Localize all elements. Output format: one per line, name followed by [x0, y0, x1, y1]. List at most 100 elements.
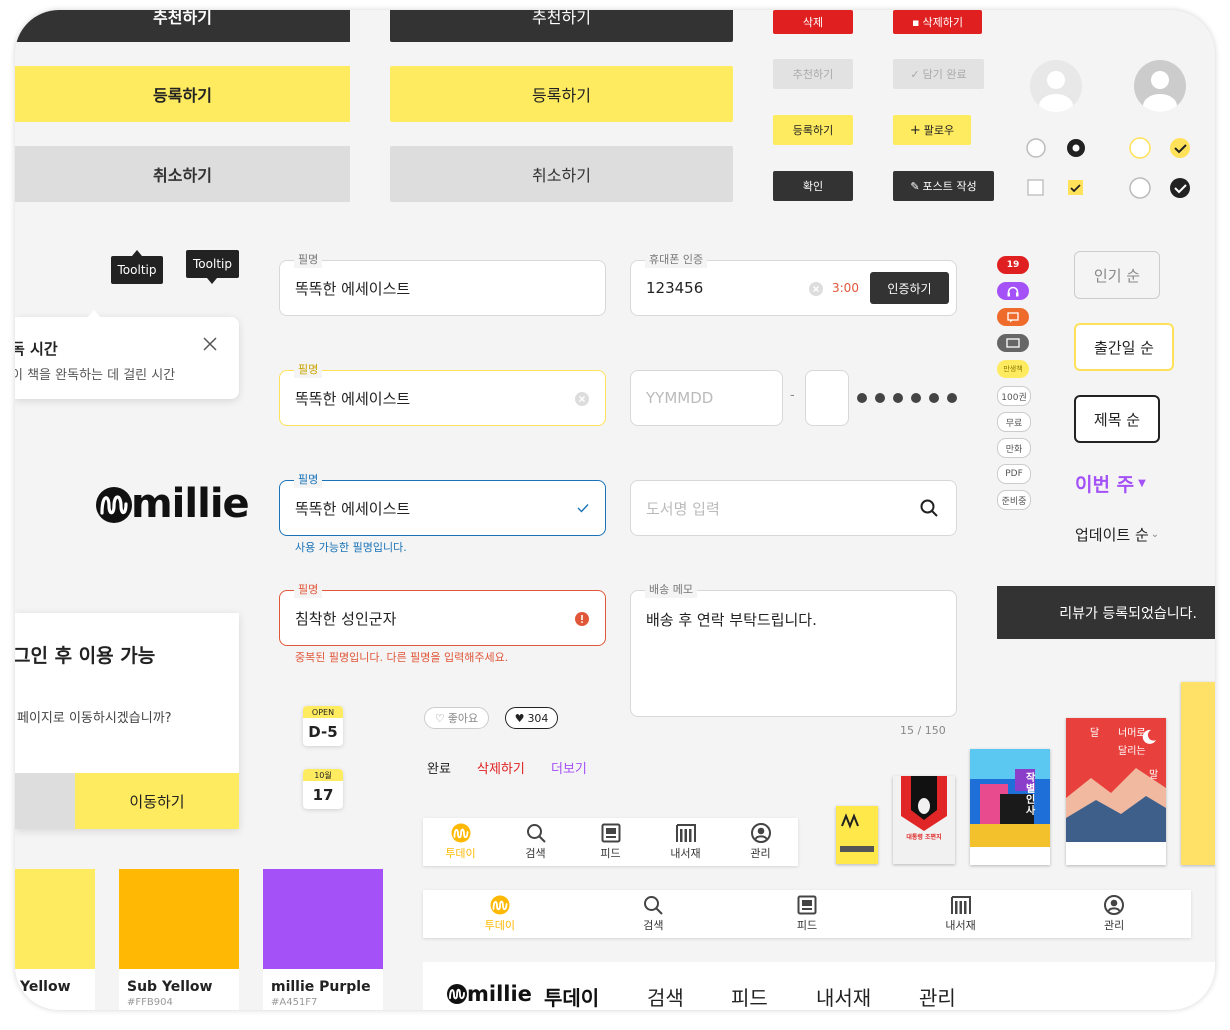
bottom-nav-wide: 투데이 검색 피드 내서재 관리 [423, 890, 1191, 938]
volume-tag: 100권 [997, 386, 1031, 406]
saved-button-disabled[interactable]: ✓ 담기 완료 [893, 59, 984, 89]
top-nav-bar: millie 투데이 검색 피드 내서재 관리 [423, 962, 1215, 1010]
book-cover-4[interactable]: 달 너머로 달리는 말 [1066, 718, 1166, 865]
chat-icon [1007, 311, 1019, 322]
round-check-yellow[interactable] [1170, 138, 1190, 158]
book-search-input[interactable]: 도서명 입력 [630, 480, 957, 536]
nav-tab-search[interactable]: 검색 [498, 818, 573, 866]
confirm-button[interactable]: 확인 [773, 171, 853, 201]
trash-icon: ▪ [912, 15, 920, 29]
sort-title-button[interactable]: 제목 순 [1074, 395, 1160, 443]
top-nav-today[interactable]: 투데이 [544, 982, 599, 1010]
recommend-button-dark-bold[interactable]: 추천하기 [15, 10, 350, 42]
masked-digits [857, 393, 957, 403]
swatch-color [263, 869, 383, 969]
top-nav-feed[interactable]: 피드 [731, 982, 768, 1010]
verify-timer: 3:00 [832, 281, 859, 295]
round-check-yellow-outline[interactable] [1129, 137, 1151, 159]
nickname-field-valid[interactable]: 필명 똑똑한 에세이스트 [279, 472, 606, 536]
close-icon[interactable] [203, 337, 217, 351]
dropdown-label: 이번 주 [1075, 474, 1135, 496]
update-sort-dropdown[interactable]: 업데이트 순 ⌄ [1075, 524, 1159, 545]
nav-tab-library[interactable]: 내서재 [648, 818, 723, 866]
search-icon[interactable] [920, 499, 938, 517]
round-check-outline[interactable] [1129, 177, 1151, 199]
tag-label: 준비중 [1001, 496, 1027, 507]
nickname-field-error[interactable]: 필명 침착한 성인군자 [279, 582, 606, 646]
like-chip[interactable]: ♡ 좋아요 [424, 707, 489, 729]
plus-icon: + [909, 122, 921, 138]
button-label: 담기 완료 [922, 68, 967, 81]
millie-logo-small[interactable]: millie [446, 982, 532, 1006]
delete-link[interactable]: 삭제하기 [477, 758, 525, 777]
dropdown-label: 업데이트 순 [1075, 526, 1149, 544]
nav-tab-feed[interactable]: 피드 [573, 818, 648, 866]
delivery-memo-textarea[interactable]: 배송 메모 배송 후 연락 부탁드립니다. [630, 582, 957, 717]
library-icon [950, 896, 971, 914]
nickname-field-focused[interactable]: 필명 똑똑한 에세이스트 [279, 362, 606, 426]
recommend-button-dark[interactable]: 추천하기 [390, 10, 733, 42]
recommend-button-disabled[interactable]: 추천하기 [773, 59, 853, 89]
register-button-yellow[interactable]: 등록하기 [390, 66, 733, 122]
top-nav-search[interactable]: 검색 [647, 982, 684, 1010]
nav-tab-manage[interactable]: 관리 [1037, 890, 1191, 938]
write-post-button[interactable]: ✎ 포스트 작성 [893, 171, 994, 201]
field-value: 똑똑한 에세이스트 [295, 389, 411, 408]
clear-icon[interactable] [575, 392, 589, 406]
round-check-dark[interactable] [1170, 178, 1190, 198]
clear-icon[interactable] [809, 282, 823, 296]
nav-tab-today[interactable]: 투데이 [423, 818, 498, 866]
top-nav-library[interactable]: 내서재 [816, 982, 871, 1010]
radio-unchecked[interactable] [1026, 138, 1046, 158]
cancel-button-gray-bold[interactable]: 취소하기 [15, 146, 350, 202]
book-cover-art [840, 813, 874, 852]
this-week-dropdown[interactable]: 이번 주 ▼ [1075, 470, 1146, 497]
tag-label: PDF [1005, 469, 1023, 479]
done-link[interactable]: 완료 [427, 758, 451, 777]
delete-icon-button[interactable]: ▪ 삭제하기 [893, 10, 982, 34]
nav-tab-today[interactable]: 투데이 [423, 890, 577, 938]
design-system-board: 추천하기 등록하기 취소하기 추천하기 등록하기 취소하기 삭제 ▪ 삭제하기 추… [15, 10, 1215, 1010]
sort-pubdate-button[interactable]: 출간일 순 [1074, 323, 1174, 371]
tooltip-arrow [132, 250, 142, 256]
checkbox-unchecked[interactable] [1027, 179, 1044, 196]
book-cover-1[interactable] [836, 806, 878, 864]
birthdate-input[interactable]: YYMMDD [630, 370, 783, 426]
dday-badge: OPEN D-5 [303, 706, 343, 746]
book-cover-3[interactable]: 작별 인사 [970, 749, 1050, 865]
millie-logo-mark [96, 487, 132, 523]
modal-cancel-button[interactable] [15, 773, 75, 829]
modal-go-button[interactable]: 이동하기 [75, 773, 239, 829]
top-nav-manage[interactable]: 관리 [919, 982, 956, 1010]
nav-label: 피드 [796, 919, 818, 932]
like-chip-active[interactable]: ♥ 304 [505, 707, 558, 729]
comic-tag: 만화 [997, 438, 1031, 458]
phone-verify-field[interactable]: 휴대폰 인증 123456 3:00 인증하기 [630, 252, 957, 316]
nav-tab-feed[interactable]: 피드 [730, 890, 884, 938]
pdf-tag: PDF [997, 464, 1031, 484]
swatch-color [15, 869, 95, 969]
heart-icon: ♥ [514, 711, 525, 725]
tooltip-text: Tooltip [117, 263, 157, 277]
follow-button[interactable]: + 팔로우 [893, 115, 971, 145]
register-small-button[interactable]: 등록하기 [773, 115, 853, 145]
sort-popular-button[interactable]: 인기 순 [1074, 251, 1160, 299]
nickname-field-default[interactable]: 필명 똑똑한 에세이스트 [279, 252, 606, 316]
delete-button[interactable]: 삭제 [773, 10, 853, 34]
more-link[interactable]: 더보기 [551, 758, 587, 777]
tooltip-arrow [207, 278, 217, 284]
swatch-sub-yellow: Sub Yellow #FFB904 [119, 869, 239, 1010]
cancel-button-gray[interactable]: 취소하기 [390, 146, 733, 202]
checkbox-checked[interactable] [1068, 180, 1083, 195]
nav-tab-search[interactable]: 검색 [577, 890, 731, 938]
book-cover-5[interactable] [1181, 682, 1215, 865]
verify-button[interactable]: 인증하기 [870, 272, 949, 304]
nav-tab-library[interactable]: 내서재 [884, 890, 1038, 938]
nav-tab-manage[interactable]: 관리 [723, 818, 798, 866]
field-value: 배송 후 연락 부탁드립니다. [646, 611, 817, 629]
register-button-yellow-bold[interactable]: 등록하기 [15, 66, 350, 122]
book-cover-2[interactable]: 대통령 조편지 [893, 776, 955, 864]
gender-digit-input[interactable] [805, 370, 849, 426]
swatch-purple: millie Purple #A451F7 [263, 869, 383, 1010]
swatch-yellow: Yellow [15, 869, 95, 1010]
